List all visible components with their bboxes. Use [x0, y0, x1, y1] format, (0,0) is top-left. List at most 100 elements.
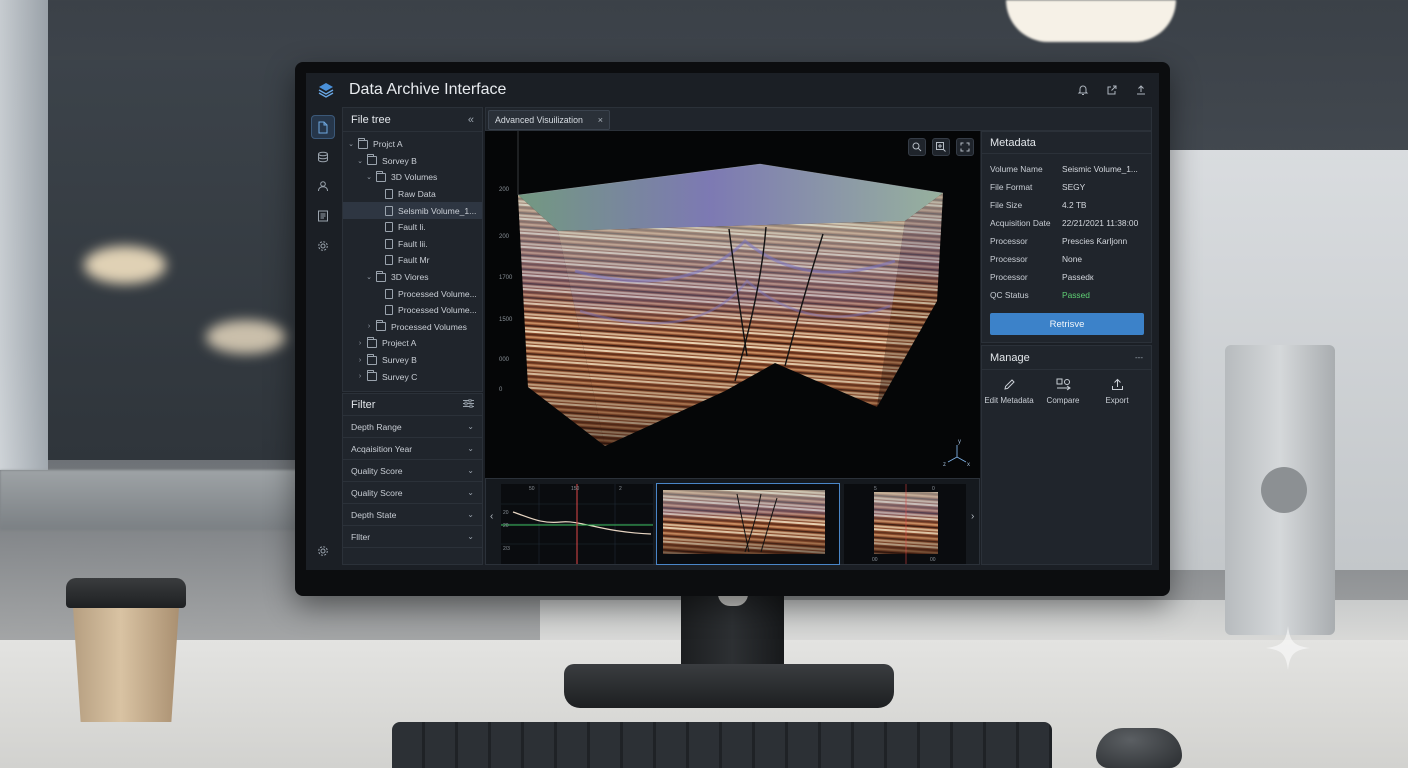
tree-item-label: Fault li. [398, 222, 426, 233]
chevron-down-icon[interactable]: ⌄ [347, 140, 355, 148]
search-icon [912, 142, 922, 152]
filter-header: Filter [343, 394, 482, 416]
tree-folder[interactable]: ⌄ Sorvey B [343, 153, 482, 170]
zoom-region-button[interactable] [932, 138, 950, 156]
export-label: Export [1105, 396, 1129, 405]
external-link-icon[interactable] [1105, 84, 1118, 97]
header-actions [1076, 84, 1147, 97]
thumbnail-slice[interactable]: 5 0 00 00 [844, 484, 966, 564]
tree-file[interactable]: Fault Mr [343, 252, 482, 269]
filter-dropdown[interactable]: Depth Range ⌄ [343, 416, 482, 438]
folder-icon [376, 320, 386, 332]
chevron-right-icon[interactable]: › [365, 323, 373, 330]
folder-icon [367, 336, 377, 348]
layers-icon [315, 79, 337, 101]
thumbnail-well-log[interactable]: 50 150 2 20 20 2/3 [501, 484, 653, 564]
rail-files-button[interactable] [311, 115, 335, 139]
chevron-down-icon[interactable]: ⌄ [365, 273, 373, 281]
rail-settings-button[interactable] [311, 234, 335, 258]
filter-label: Depth State [351, 509, 397, 520]
chevron-right-icon[interactable]: › [356, 357, 364, 364]
manage-header: Manage --- [982, 346, 1151, 370]
metadata-key: Volume Name [990, 164, 1043, 174]
background-monitor [1225, 345, 1335, 635]
tree-file[interactable]: Fault lii. [343, 236, 482, 253]
tree-file[interactable]: Fault li. [343, 219, 482, 236]
rail-reports-button[interactable] [311, 204, 335, 228]
tree-folder[interactable]: › Project A [343, 335, 482, 352]
compare-icon [1055, 376, 1071, 392]
tree-folder[interactable]: › Processed Volumes [343, 319, 482, 336]
filter-dropdown[interactable]: Quality Score ⌄ [343, 482, 482, 504]
tab-advanced-visualization[interactable]: Advanced Visuilization × [488, 110, 610, 130]
thumbnail-seismic-section[interactable] [657, 484, 839, 564]
file-icon [385, 238, 393, 249]
seismic-3d-viewport[interactable]: 200 200 1700 1500 000 0 y z x [485, 131, 980, 478]
metadata-value: Seismic Volume_1... [1062, 164, 1138, 174]
chevron-down-icon: ⌄ [467, 488, 474, 497]
chevron-left-icon[interactable]: ‹ [490, 511, 493, 522]
filter-panel: Filter Depth Range ⌄ Acqaisition Year ⌄ Qual… [342, 393, 483, 565]
left-rail [306, 107, 340, 570]
chevron-right-icon[interactable]: › [971, 511, 974, 522]
chevron-right-icon[interactable]: › [356, 373, 364, 380]
svg-text:0: 0 [932, 486, 935, 492]
zoom-button[interactable] [908, 138, 926, 156]
tree-folder[interactable]: › Survey B [343, 352, 482, 369]
filter-dropdown[interactable]: Acqaisition Year ⌄ [343, 438, 482, 460]
manage-actions: Edit Metadata Compare Export [982, 370, 1151, 405]
tree-file[interactable]: Raw Data [343, 186, 482, 203]
qc-status-badge: Passed [1062, 290, 1090, 300]
tree-file[interactable]: Processed Volume... [343, 285, 482, 302]
rail-database-button[interactable] [311, 145, 335, 169]
filter-dropdown[interactable]: Quality Score ⌄ [343, 460, 482, 482]
collapse-panel-icon[interactable]: « [468, 114, 474, 126]
tree-item-label: Sorvey B [382, 155, 417, 166]
filter-list: Depth Range ⌄ Acqaisition Year ⌄ Quality Sco… [343, 416, 482, 548]
tree-item-label: 3D Viores [391, 272, 429, 283]
rail-bottom-settings-button[interactable] [311, 539, 335, 563]
background-ceiling-lamp [1006, 0, 1176, 42]
filter-dropdown[interactable]: Fllter ⌄ [343, 526, 482, 548]
axis-triad: y z x [943, 439, 970, 468]
tree-file[interactable]: Selsmib Volume_1... [343, 202, 482, 219]
filter-label: Quality Score [351, 465, 403, 476]
metadata-key: Processor [990, 254, 1028, 264]
upload-icon[interactable] [1134, 84, 1147, 97]
filter-label: Fllter [351, 531, 371, 542]
close-icon[interactable]: × [598, 115, 603, 125]
chevron-down-icon[interactable]: ⌄ [365, 173, 373, 181]
more-options[interactable]: --- [1135, 353, 1143, 362]
compare-label: Compare [1046, 396, 1080, 405]
tree-file[interactable]: Processed Volume... [343, 302, 482, 319]
edit-metadata-button[interactable]: Edit Metadata [982, 376, 1036, 405]
bell-icon[interactable] [1076, 84, 1089, 97]
tree-folder[interactable]: ⌄ Projct A [343, 136, 482, 153]
tree-folder[interactable]: ⌄ 3D Volumes [343, 169, 482, 186]
compare-button[interactable]: Compare [1036, 376, 1090, 405]
background-lamp-glow [206, 320, 286, 354]
depth-tick-label: 1700 [499, 275, 513, 281]
chevron-down-icon: ⌄ [467, 532, 474, 541]
file-tree-panel: File tree « ⌄ Projct A ⌄ Sorvey B ⌄ 3D Volume… [342, 107, 483, 392]
export-button[interactable]: Export [1090, 376, 1144, 405]
tree-folder[interactable]: › Survey C [343, 368, 482, 385]
sliders-icon[interactable] [463, 398, 474, 411]
gear-icon [318, 241, 328, 251]
depth-tick-label: 0 [499, 387, 503, 393]
chevron-right-icon[interactable]: › [356, 340, 364, 347]
rail-users-button[interactable] [311, 174, 335, 198]
depth-tick-label: 000 [499, 357, 510, 363]
folder-icon [358, 137, 368, 149]
app-screen: Data Archive Interface File tree « ⌄ Pro… [306, 73, 1159, 570]
svg-text:00: 00 [872, 557, 878, 563]
file-icon [385, 205, 393, 216]
manage-title: Manage [990, 351, 1030, 364]
tree-item-label: Raw Data [398, 189, 436, 200]
tree-item-label: Processed Volume... [398, 305, 477, 316]
retrieve-button[interactable]: Retrisve [990, 313, 1144, 335]
filter-dropdown[interactable]: Depth State ⌄ [343, 504, 482, 526]
chevron-down-icon[interactable]: ⌄ [356, 157, 364, 165]
tree-folder[interactable]: ⌄ 3D Viores [343, 269, 482, 286]
fit-view-button[interactable] [956, 138, 974, 156]
